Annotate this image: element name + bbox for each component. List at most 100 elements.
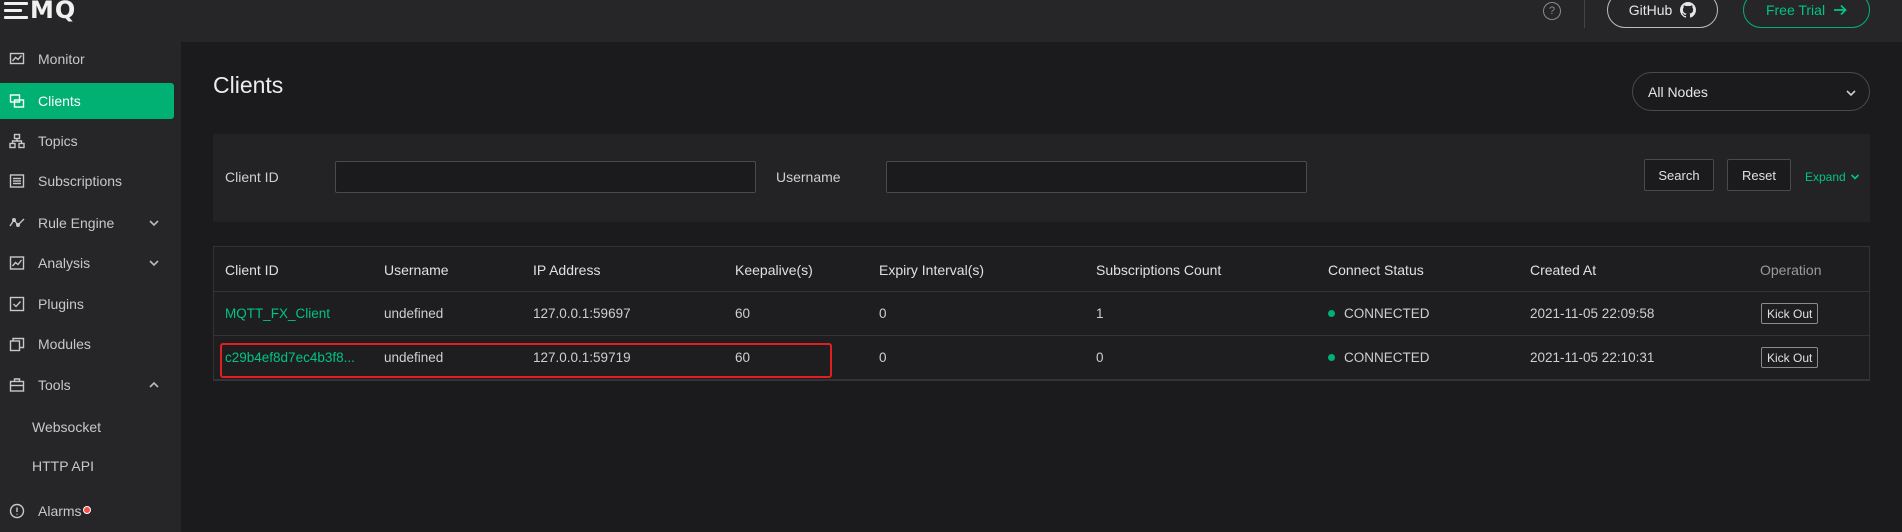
plugins-icon (8, 295, 26, 313)
node-select[interactable]: All Nodes (1632, 72, 1870, 111)
created-at-cell: 2021-11-05 22:09:58 (1530, 306, 1655, 321)
status-dot (1328, 354, 1335, 361)
reset-button[interactable]: Reset (1727, 159, 1791, 191)
logo-mark (4, 1, 28, 19)
expiry-interval-cell: 0 (879, 350, 887, 365)
sidebar-item-label: HTTP API (32, 458, 94, 474)
sidebar-item-clients[interactable]: Clients (0, 83, 174, 119)
app-root: MQ Monitor Clients Topics Subscriptions … (0, 0, 1902, 532)
sidebar-item-analysis[interactable]: Analysis (0, 245, 174, 281)
sidebar-item-label: Monitor (38, 51, 85, 67)
expand-label: Expand (1805, 170, 1846, 184)
free-trial-label: Free Trial (1765, 2, 1826, 18)
chevron-up-icon (148, 378, 160, 390)
column-header: Expiry Interval(s) (879, 262, 985, 278)
github-label: GitHub (1628, 2, 1673, 18)
table-row: c29b4ef8d7ec4b3f8... undefined 127.0.0.1… (214, 336, 1869, 380)
analysis-icon (8, 254, 26, 272)
sidebar-item-websocket[interactable]: Websocket (0, 409, 174, 445)
sidebar-item-modules[interactable]: Modules (0, 326, 174, 362)
client-id-input[interactable] (335, 161, 756, 193)
chevron-down-icon (148, 216, 160, 228)
rule-engine-icon (8, 214, 26, 232)
status-text: CONNECTED (1344, 350, 1430, 365)
page-title: Clients (213, 72, 284, 98)
sidebar-item-label: Analysis (38, 255, 91, 271)
alarm-icon (8, 502, 26, 520)
sidebar-item-rule-engine[interactable]: Rule Engine (0, 205, 174, 241)
sidebar-item-http-api[interactable]: HTTP API (0, 448, 174, 484)
sidebar-item-alarms[interactable]: Alarms (0, 493, 174, 529)
free-trial-button[interactable]: Free Trial (1743, 0, 1870, 28)
subscriptions-icon (8, 172, 26, 190)
username-cell: undefined (384, 306, 444, 321)
topbar: ? GitHub Free Trial (181, 0, 1902, 42)
ip-address-cell: 127.0.0.1:59719 (533, 350, 631, 365)
ip-address-cell: 127.0.0.1:59697 (533, 306, 631, 321)
table-header: Client ID Username IP Address Keepalive(… (214, 247, 1869, 292)
created-at-cell: 2021-11-05 22:10:31 (1530, 350, 1655, 365)
status-text: CONNECTED (1344, 306, 1430, 321)
emq-logo[interactable]: MQ (4, 0, 77, 24)
connect-status-cell: CONNECTED (1328, 350, 1430, 365)
clients-table: Client ID Username IP Address Keepalive(… (213, 246, 1870, 381)
modules-icon (8, 335, 26, 353)
kick-out-button[interactable]: Kick Out (1761, 347, 1819, 368)
clients-icon (8, 92, 26, 110)
column-header: Operation (1760, 262, 1822, 278)
client-id-link[interactable]: MQTT_FX_Client (225, 306, 330, 321)
column-header: Username (384, 262, 449, 278)
sidebar-item-topics[interactable]: Topics (0, 123, 174, 159)
column-header: Client ID (225, 262, 279, 278)
username-label: Username (776, 169, 841, 185)
sidebar-item-label: Clients (38, 93, 81, 109)
username-input[interactable] (886, 161, 1307, 193)
table-row: MQTT_FX_Client undefined 127.0.0.1:59697… (214, 292, 1869, 336)
arrow-right-icon (1834, 4, 1847, 16)
topics-icon (8, 132, 26, 150)
username-cell: undefined (384, 350, 444, 365)
column-header: IP Address (533, 262, 601, 278)
search-button[interactable]: Search (1644, 159, 1714, 191)
chevron-down-icon (1846, 90, 1856, 97)
connect-status-cell: CONNECTED (1328, 306, 1430, 321)
logo-text: MQ (30, 0, 77, 24)
chevron-down-icon (1850, 174, 1859, 180)
monitor-icon (8, 50, 26, 68)
keepalive-cell: 60 (735, 306, 751, 321)
status-dot (1328, 310, 1335, 317)
sidebar-item-label: Topics (38, 133, 78, 149)
search-panel: Client ID Username Search Reset Expand (213, 134, 1870, 222)
client-id-link[interactable]: c29b4ef8d7ec4b3f8... (225, 350, 355, 365)
sidebar-item-label: Websocket (32, 419, 101, 435)
column-header: Created At (1530, 262, 1597, 278)
sidebar-item-label: Tools (38, 377, 71, 393)
github-button[interactable]: GitHub (1607, 0, 1718, 28)
column-header: Connect Status (1328, 262, 1424, 278)
node-select-value: All Nodes (1648, 83, 1708, 100)
keepalive-cell: 60 (735, 350, 751, 365)
sidebar-item-monitor[interactable]: Monitor (0, 41, 174, 77)
column-header: Keepalive(s) (735, 262, 813, 278)
sidebar: MQ Monitor Clients Topics Subscriptions … (0, 0, 181, 532)
help-icon[interactable]: ? (1543, 2, 1561, 20)
topbar-divider (1584, 0, 1585, 28)
sidebar-item-subscriptions[interactable]: Subscriptions (0, 163, 174, 199)
github-icon (1680, 2, 1697, 18)
chevron-down-icon (148, 256, 160, 268)
sidebar-item-plugins[interactable]: Plugins (0, 286, 174, 322)
subscriptions-count-cell: 0 (1096, 350, 1104, 365)
alarm-badge (82, 506, 91, 514)
sidebar-item-label: Rule Engine (38, 215, 115, 231)
client-id-label: Client ID (225, 169, 279, 185)
expiry-interval-cell: 0 (879, 306, 887, 321)
expand-button[interactable]: Expand (1805, 170, 1860, 184)
sidebar-item-tools[interactable]: Tools (0, 367, 174, 403)
sidebar-item-label: Alarms (38, 503, 82, 519)
sidebar-item-label: Modules (38, 336, 91, 352)
subscriptions-count-cell: 1 (1096, 306, 1104, 321)
column-header: Subscriptions Count (1096, 262, 1222, 278)
tools-icon (8, 376, 26, 394)
sidebar-item-label: Subscriptions (38, 173, 123, 189)
kick-out-button[interactable]: Kick Out (1761, 303, 1819, 324)
